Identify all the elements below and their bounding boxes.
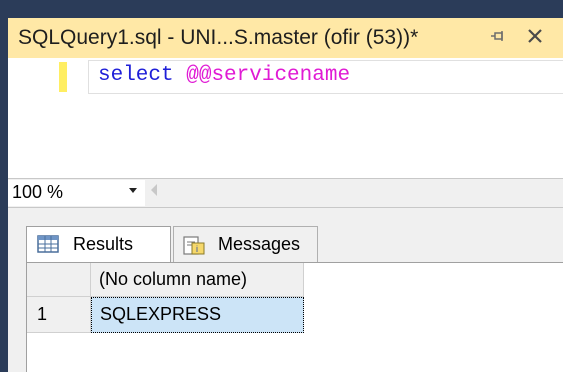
tab-results-label: Results xyxy=(73,234,134,254)
results-grid[interactable]: (No column name) 1 SQLEXPRESS xyxy=(26,262,563,372)
query-editor[interactable]: select @@servicename xyxy=(8,58,563,178)
zoom-select[interactable]: 100 % xyxy=(8,180,145,206)
zoom-bar: 100 % xyxy=(8,178,563,208)
svg-text:i: i xyxy=(196,244,198,254)
row-header[interactable]: 1 xyxy=(27,297,91,333)
tab-messages-label: Messages xyxy=(218,234,301,254)
code-keyword: select xyxy=(98,64,174,87)
pin-icon[interactable] xyxy=(489,28,507,48)
tab-messages[interactable]: i Messages xyxy=(173,226,318,262)
document-tab[interactable]: SQLQuery1.sql - UNI...S.master (ofir (53… xyxy=(8,18,563,58)
change-tracking-bar xyxy=(59,62,67,92)
selection-margin xyxy=(72,58,78,178)
horizontal-scrollbar[interactable] xyxy=(168,181,563,205)
column-header[interactable]: (No column name) xyxy=(91,263,304,297)
messages-icon: i xyxy=(182,235,206,255)
code-line[interactable]: select @@servicename xyxy=(98,63,350,89)
ssms-window: SQLQuery1.sql - UNI...S.master (ofir (53… xyxy=(0,0,563,372)
tab-results[interactable]: Results xyxy=(26,226,171,262)
scroll-left-icon[interactable] xyxy=(150,183,158,200)
result-cell[interactable]: SQLEXPRESS xyxy=(91,297,304,333)
editor-gutter xyxy=(8,58,53,178)
results-pane: Results i Messages (No column name) 1 SQ… xyxy=(8,208,563,372)
grid-icon xyxy=(37,234,61,255)
code-system-variable: @@servicename xyxy=(186,64,351,87)
close-icon[interactable] xyxy=(524,26,546,50)
document-tab-title: SQLQuery1.sql - UNI...S.master (ofir (53… xyxy=(18,26,419,49)
zoom-value: 100 % xyxy=(12,182,64,202)
dropdown-arrow-icon[interactable] xyxy=(128,183,138,197)
grid-corner-cell[interactable] xyxy=(27,263,91,297)
